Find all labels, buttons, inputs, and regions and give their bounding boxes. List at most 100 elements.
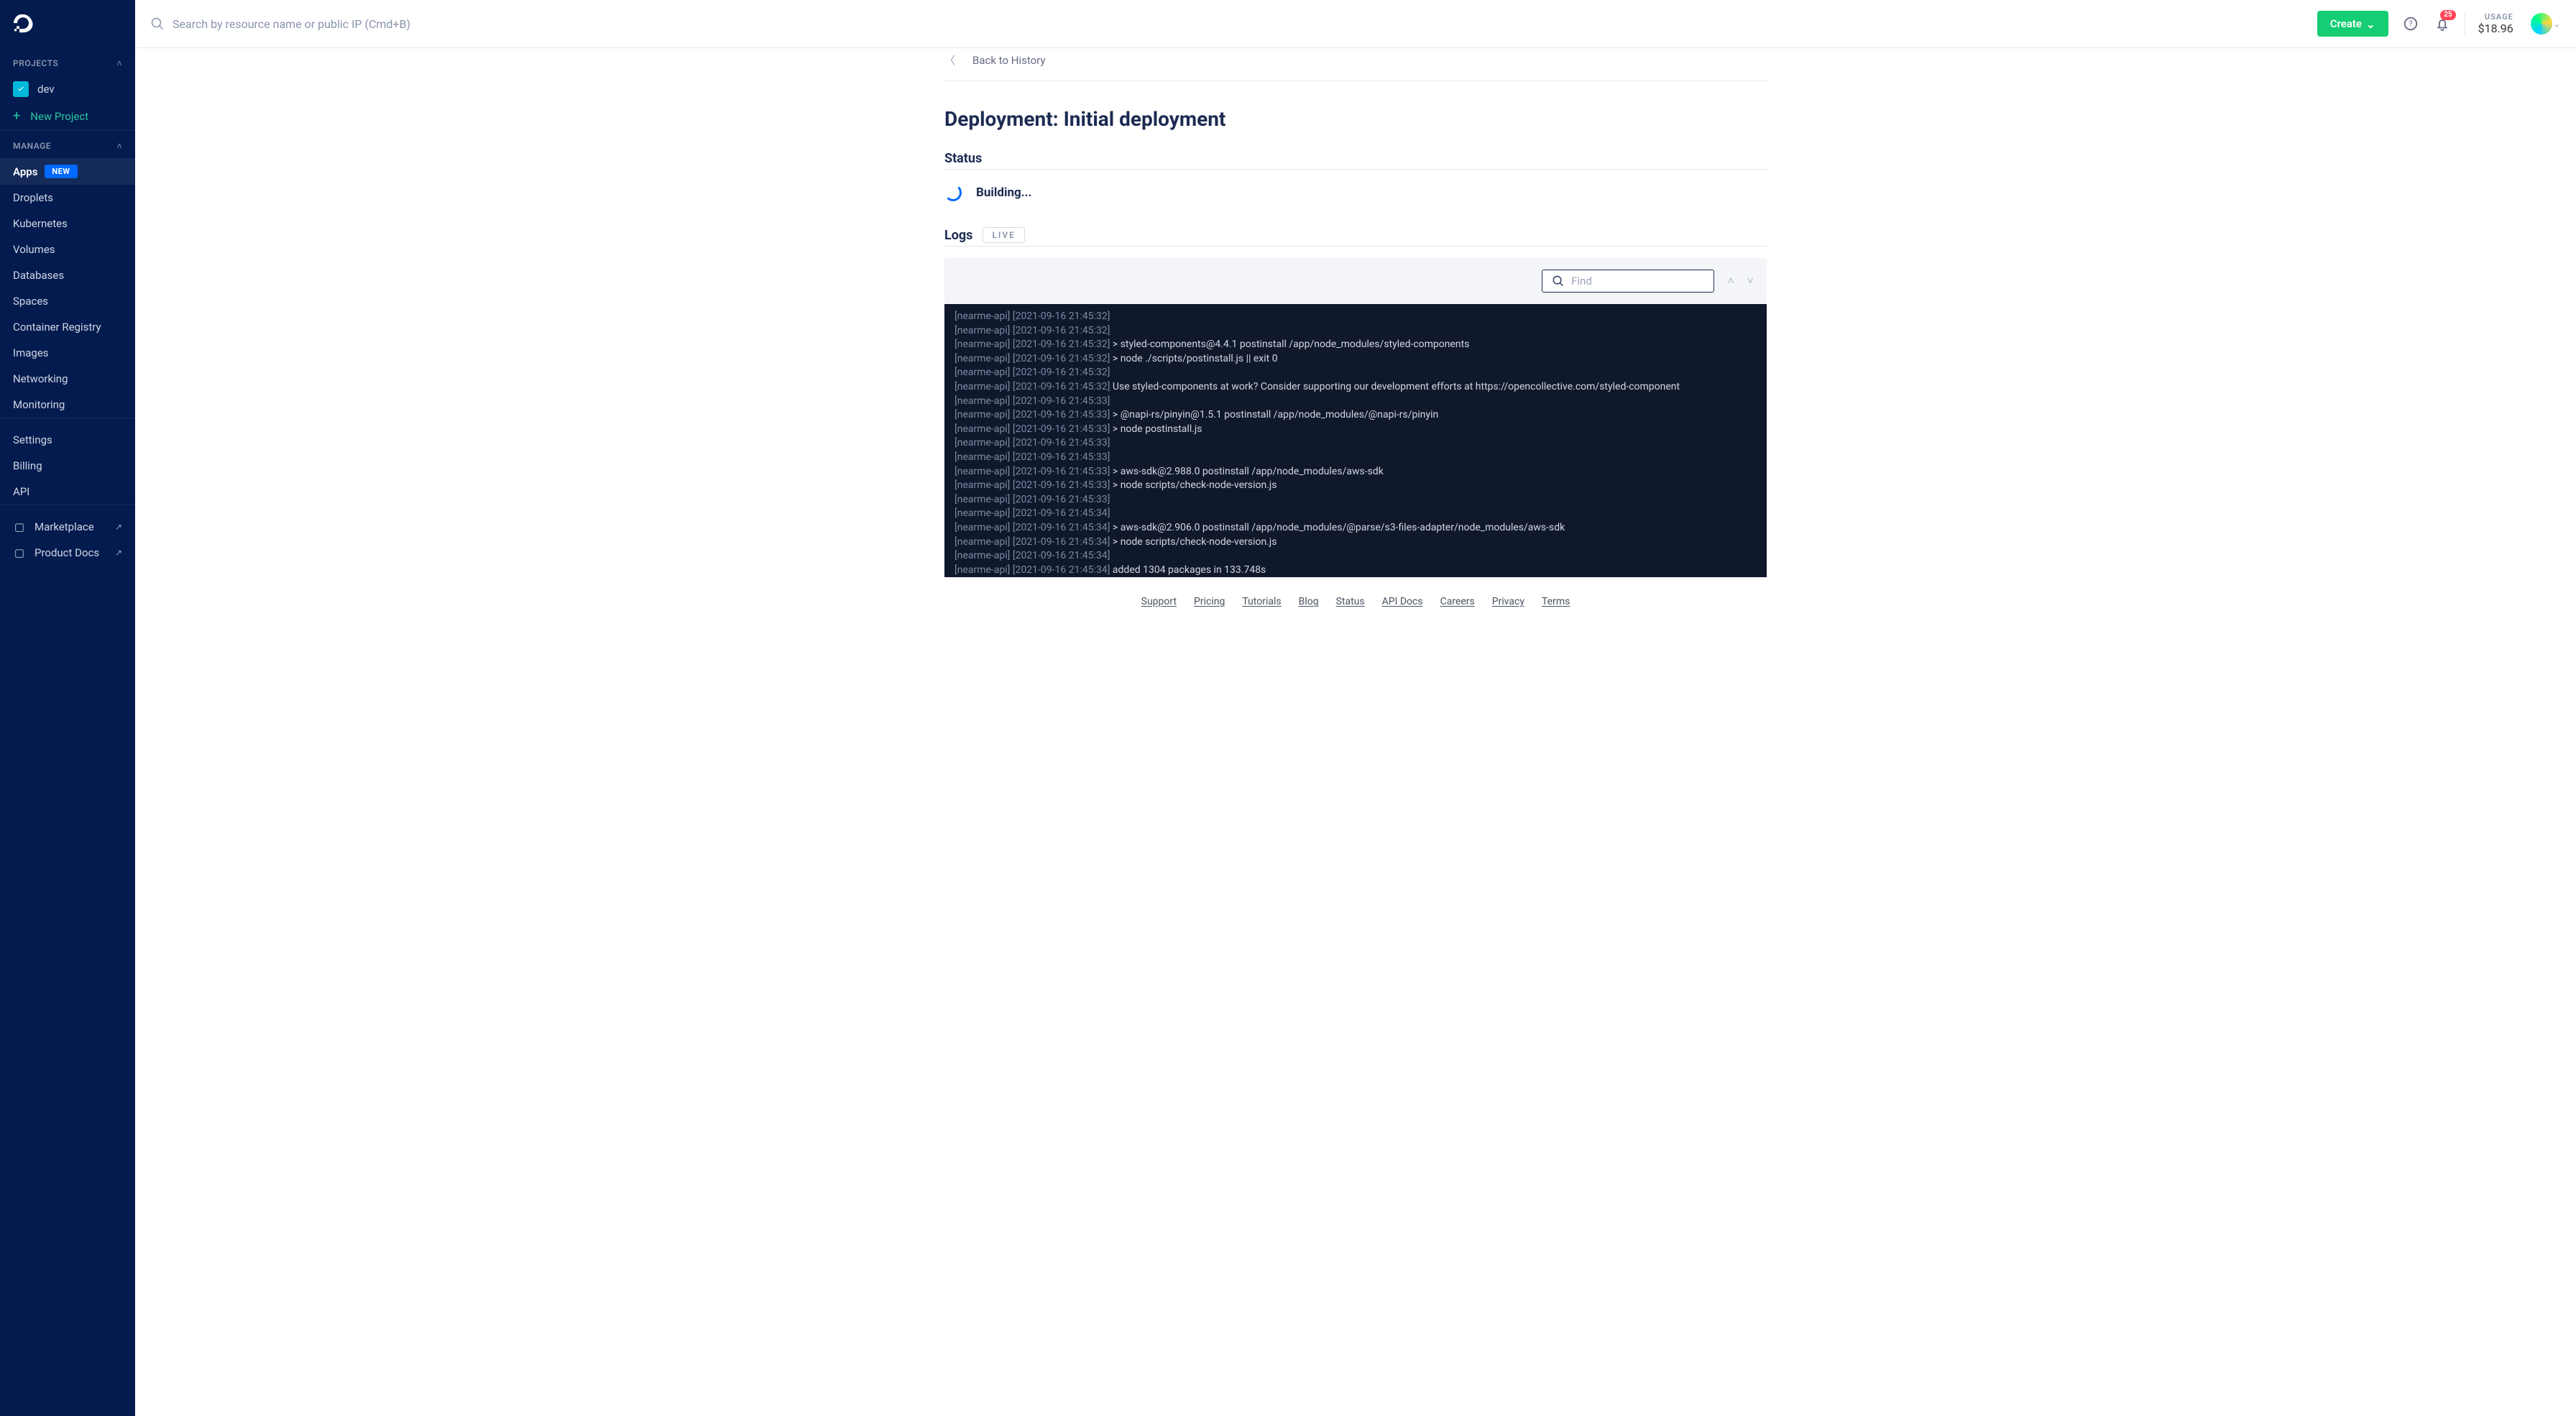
sidebar-item-label: Monitoring — [13, 398, 65, 411]
footer-link-status[interactable]: Status — [1336, 596, 1365, 607]
sidebar-item-label: Container Registry — [13, 321, 101, 334]
back-text: Back to History — [972, 54, 1045, 67]
status-row: Building... — [944, 184, 1767, 201]
footer-link-terms[interactable]: Terms — [1542, 596, 1570, 607]
projects-section-header[interactable]: PROJECTS ˄ — [0, 48, 135, 75]
sidebar: PROJECTS ˄ dev + New Project MANAGE ˄ Ap… — [0, 0, 135, 1416]
external-links: ▢ Marketplace ↗ ▢ Product Docs ↗ — [0, 514, 135, 566]
log-line: [nearme-api] [2021-09-16 21:45:32] > nod… — [954, 352, 1757, 367]
sidebar-item-droplets[interactable]: Droplets — [0, 185, 135, 211]
plus-icon: + — [13, 110, 20, 123]
notifications-button[interactable]: 25 — [2433, 14, 2452, 33]
sidebar-item-spaces[interactable]: Spaces — [0, 288, 135, 314]
footer-link-blog[interactable]: Blog — [1299, 596, 1319, 607]
logs-label: Logs — [944, 228, 972, 243]
log-line: [nearme-api] [2021-09-16 21:45:32] — [954, 366, 1757, 380]
sidebar-item-billing[interactable]: Billing — [0, 453, 135, 479]
page-title: Deployment: Initial deployment — [944, 107, 1767, 131]
log-line: [nearme-api] [2021-09-16 21:45:33] — [954, 436, 1757, 451]
sidebar-item-apps[interactable]: Apps NEW — [0, 158, 135, 185]
sidebar-item-label: Images — [13, 346, 49, 359]
notification-count-badge: 25 — [2440, 10, 2455, 20]
search-input[interactable] — [172, 17, 2304, 31]
new-project-label: New Project — [30, 110, 88, 123]
logs-header: Logs LIVE — [944, 227, 1767, 243]
project-name: dev — [37, 83, 55, 96]
help-button[interactable]: ? — [2401, 14, 2420, 33]
log-line: [nearme-api] [2021-09-16 21:45:34] > nod… — [954, 535, 1757, 550]
manage-section-header[interactable]: MANAGE ˄ — [0, 131, 135, 158]
project-swatch-icon — [13, 81, 29, 97]
account-menu[interactable]: ⌄ — [2526, 13, 2560, 35]
external-arrow-icon: ↗ — [115, 548, 122, 558]
log-line: [nearme-api] [2021-09-16 21:45:32] — [954, 310, 1757, 324]
footer-link-support[interactable]: Support — [1141, 596, 1177, 607]
external-link-label: Marketplace — [34, 520, 94, 533]
footer-link-privacy[interactable]: Privacy — [1492, 596, 1524, 607]
chevron-left-icon: 〈 — [944, 52, 955, 68]
logo[interactable] — [0, 0, 135, 48]
page-content: 〈 Back to History Deployment: Initial de… — [135, 48, 2576, 1416]
box-icon: ▢ — [13, 546, 26, 559]
footer-link-tutorials[interactable]: Tutorials — [1242, 596, 1281, 607]
manage-label: MANAGE — [13, 141, 51, 151]
create-button[interactable]: Create ⌄ — [2317, 11, 2388, 37]
divider — [944, 246, 1767, 247]
sidebar-item-volumes[interactable]: Volumes — [0, 236, 135, 262]
search-icon — [151, 17, 164, 30]
sidebar-item-label: Databases — [13, 269, 64, 282]
log-line: [nearme-api] [2021-09-16 21:45:32] > sty… — [954, 338, 1757, 352]
log-line: [nearme-api] [2021-09-16 21:45:33] — [954, 395, 1757, 409]
sidebar-item-settings[interactable]: Settings — [0, 427, 135, 453]
project-item-dev[interactable]: dev — [0, 75, 135, 103]
chevron-down-icon: ⌄ — [2554, 19, 2560, 29]
log-line: [nearme-api] [2021-09-16 21:45:33] > nod… — [954, 423, 1757, 437]
log-find-box[interactable] — [1542, 270, 1714, 293]
global-search[interactable] — [151, 17, 2304, 31]
sidebar-item-label: Networking — [13, 372, 68, 385]
digitalocean-logo-icon — [13, 14, 33, 35]
sidebar-item-databases[interactable]: Databases — [0, 262, 135, 288]
chevron-up-icon: ˄ — [116, 58, 122, 68]
new-project-button[interactable]: + New Project — [0, 103, 135, 130]
sidebar-item-label: Kubernetes — [13, 217, 68, 230]
divider — [944, 169, 1767, 170]
live-badge: LIVE — [983, 227, 1025, 243]
log-line: [nearme-api] [2021-09-16 21:45:33] — [954, 493, 1757, 507]
log-line: [nearme-api] [2021-09-16 21:45:33] > nod… — [954, 479, 1757, 493]
usage-display[interactable]: USAGE $18.96 — [2478, 12, 2513, 35]
box-icon: ▢ — [13, 520, 26, 533]
svg-text:?: ? — [2409, 19, 2412, 29]
footer-link-careers[interactable]: Careers — [1440, 596, 1475, 607]
find-next-button[interactable]: ˅ — [1747, 274, 1754, 288]
sidebar-item-api[interactable]: API — [0, 479, 135, 505]
sidebar-item-images[interactable]: Images — [0, 340, 135, 366]
usage-label: USAGE — [2485, 12, 2513, 22]
manage-nav: Apps NEW Droplets Kubernetes Volumes Database… — [0, 158, 135, 418]
log-line: [nearme-api] [2021-09-16 21:45:34] > aws… — [954, 521, 1757, 535]
chevron-down-icon: ⌄ — [2366, 18, 2375, 31]
footer-link-api-docs[interactable]: API Docs — [1382, 596, 1423, 607]
external-arrow-icon: ↗ — [115, 522, 122, 532]
log-line: [nearme-api] [2021-09-16 21:45:32] — [954, 324, 1757, 339]
log-line: [nearme-api] [2021-09-16 21:45:33] — [954, 451, 1757, 465]
log-find-input[interactable] — [1571, 275, 1703, 288]
log-terminal[interactable]: [nearme-api] [2021-09-16 21:45:32] [near… — [944, 304, 1767, 577]
log-line: [nearme-api] [2021-09-16 21:45:33] > @na… — [954, 408, 1757, 423]
sidebar-item-networking[interactable]: Networking — [0, 366, 135, 392]
chevron-up-icon: ˄ — [116, 141, 122, 151]
sidebar-item-label: Apps — [13, 165, 37, 178]
external-link-label: Product Docs — [34, 546, 99, 559]
footer-links: Support Pricing Tutorials Blog Status API Doc… — [944, 577, 1767, 619]
footer-link-pricing[interactable]: Pricing — [1194, 596, 1225, 607]
log-line: [nearme-api] [2021-09-16 21:45:34] — [954, 507, 1757, 521]
sidebar-item-kubernetes[interactable]: Kubernetes — [0, 211, 135, 236]
external-link-product-docs[interactable]: ▢ Product Docs ↗ — [0, 540, 135, 566]
external-link-marketplace[interactable]: ▢ Marketplace ↗ — [0, 514, 135, 540]
sidebar-item-container-registry[interactable]: Container Registry — [0, 314, 135, 340]
back-to-history-link[interactable]: 〈 Back to History — [944, 48, 1767, 81]
sidebar-item-monitoring[interactable]: Monitoring — [0, 392, 135, 418]
new-badge: NEW — [45, 165, 77, 178]
sidebar-item-label: Spaces — [13, 295, 48, 308]
find-prev-button[interactable]: ˄ — [1727, 274, 1734, 288]
